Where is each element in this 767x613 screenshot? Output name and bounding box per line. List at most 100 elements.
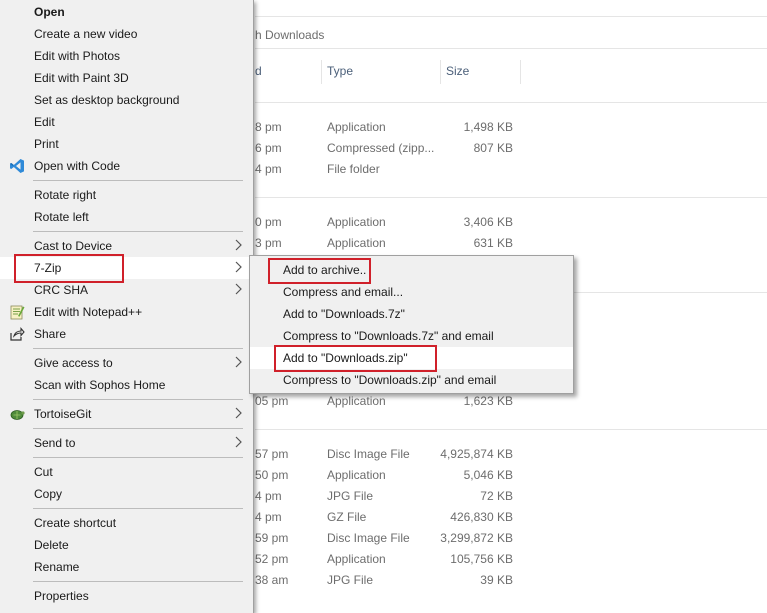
menu-item-label: Open: [34, 5, 65, 19]
row-size: 631 KB: [473, 236, 513, 250]
menu-item-send-to[interactable]: Send to: [0, 432, 253, 454]
menu-item-label: Set as desktop background: [34, 93, 180, 107]
row-type: File folder: [327, 162, 380, 176]
menu-item-label: Create shortcut: [34, 516, 117, 530]
chevron-right-icon: [234, 239, 243, 251]
menu-separator: [33, 581, 243, 582]
notepadpp-icon: [9, 304, 25, 320]
menu-separator: [33, 348, 243, 349]
row-date: 52 pm: [255, 552, 289, 566]
chevron-right-icon: [234, 261, 243, 273]
menu-item-edit[interactable]: Edit: [0, 111, 253, 133]
menu-item-label: Cut: [34, 465, 53, 479]
menu-item-give-access-to[interactable]: Give access to: [0, 352, 253, 374]
chevron-right-icon: [234, 407, 243, 419]
menu-item-crc-sha[interactable]: CRC SHA: [0, 279, 253, 301]
row-size: 1,623 KB: [463, 394, 513, 408]
column-divider[interactable]: [321, 60, 322, 84]
share-icon: [9, 326, 25, 342]
menu-item-share[interactable]: Share: [0, 323, 253, 345]
menu-item-print[interactable]: Print: [0, 133, 253, 155]
row-size: 807 KB: [473, 141, 513, 155]
context-menu: Open Create a new video Edit with Photos…: [0, 0, 254, 613]
column-divider[interactable]: [520, 60, 521, 84]
vscode-icon: [9, 158, 25, 174]
menu-item-label: Scan with Sophos Home: [34, 378, 166, 392]
row-type: Application: [327, 394, 386, 408]
row-type: Compressed (zipp...: [327, 141, 435, 155]
menu-item-delete[interactable]: Delete: [0, 534, 253, 556]
submenu-item-compress-and-email[interactable]: Compress and email...: [250, 281, 573, 303]
menu-item-label: Rotate right: [34, 188, 97, 202]
submenu-item-add-to-downloads-7z[interactable]: Add to "Downloads.7z": [250, 303, 573, 325]
submenu-item-label: Compress and email...: [283, 285, 404, 299]
submenu-item-label: Compress to "Downloads.zip" and email: [283, 373, 497, 387]
submenu-item-compress-to-zip-and-email[interactable]: Compress to "Downloads.zip" and email: [250, 369, 573, 391]
row-date: 0 pm: [255, 215, 282, 229]
menu-item-set-desktop-background[interactable]: Set as desktop background: [0, 89, 253, 111]
submenu-item-label: Compress to "Downloads.7z" and email: [283, 329, 494, 343]
chevron-right-icon: [234, 436, 243, 448]
row-date: 6 pm: [255, 141, 282, 155]
menu-separator: [33, 508, 243, 509]
menu-item-label: Give access to: [34, 356, 113, 370]
menu-item-cut[interactable]: Cut: [0, 461, 253, 483]
row-size: 3,406 KB: [463, 215, 513, 229]
menu-item-label: Rename: [34, 560, 80, 574]
column-header-date[interactable]: d: [255, 64, 262, 78]
column-headers: d Type Size: [255, 60, 767, 84]
menu-item-label: TortoiseGit: [34, 407, 92, 421]
menu-item-label: Print: [34, 137, 59, 151]
row-date: 50 pm: [255, 468, 289, 482]
row-size: 5,046 KB: [463, 468, 513, 482]
row-date: 8 pm: [255, 120, 282, 134]
menu-item-rotate-left[interactable]: Rotate left: [0, 206, 253, 228]
menu-item-create-new-video[interactable]: Create a new video: [0, 23, 253, 45]
column-header-size[interactable]: Size: [446, 64, 469, 78]
search-input[interactable]: h Downloads: [255, 22, 767, 49]
menu-item-label: Properties: [34, 589, 89, 603]
menu-item-edit-with-paint3d[interactable]: Edit with Paint 3D: [0, 67, 253, 89]
chevron-right-icon: [234, 356, 243, 368]
row-size: 105,756 KB: [450, 552, 513, 566]
row-date: 4 pm: [255, 510, 282, 524]
menu-item-tortoisegit[interactable]: TortoiseGit: [0, 403, 253, 425]
menu-item-label: Delete: [34, 538, 69, 552]
menu-item-label: Edit with Photos: [34, 49, 121, 63]
menu-item-edit-with-photos[interactable]: Edit with Photos: [0, 45, 253, 67]
row-date: 57 pm: [255, 447, 289, 461]
menu-item-open-with-code[interactable]: Open with Code: [0, 155, 253, 177]
menu-item-properties[interactable]: Properties: [0, 585, 253, 607]
row-size: 3,299,872 KB: [440, 531, 513, 545]
menu-item-rename[interactable]: Rename: [0, 556, 253, 578]
menu-item-label: Cast to Device: [34, 239, 113, 253]
row-type: Disc Image File: [327, 531, 410, 545]
row-type: GZ File: [327, 510, 367, 524]
row-size: 1,498 KB: [463, 120, 513, 134]
menu-item-scan-with-sophos[interactable]: Scan with Sophos Home: [0, 374, 253, 396]
menu-separator: [33, 457, 243, 458]
tortoisegit-icon: [9, 406, 25, 422]
7zip-submenu: Add to archive.. Compress and email... A…: [249, 255, 574, 394]
menu-item-copy[interactable]: Copy: [0, 483, 253, 505]
menu-item-label: Edit with Notepad++: [34, 305, 143, 319]
row-type: Application: [327, 468, 386, 482]
menu-item-label: Edit: [34, 115, 55, 129]
menu-item-edit-with-notepadpp[interactable]: Edit with Notepad++: [0, 301, 253, 323]
row-date: 4 pm: [255, 162, 282, 176]
group-divider: [255, 102, 767, 103]
menu-item-label: Create a new video: [34, 27, 138, 41]
submenu-item-compress-to-7z-and-email[interactable]: Compress to "Downloads.7z" and email: [250, 325, 573, 347]
row-size: 39 KB: [480, 573, 513, 587]
column-header-type[interactable]: Type: [327, 64, 353, 78]
row-size: 4,925,874 KB: [440, 447, 513, 461]
highlight-box-add-to-zip: [274, 345, 437, 372]
menu-item-rotate-right[interactable]: Rotate right: [0, 184, 253, 206]
menu-item-label: CRC SHA: [34, 283, 89, 297]
menu-item-open[interactable]: Open: [0, 1, 253, 23]
row-type: JPG File: [327, 573, 374, 587]
menu-item-create-shortcut[interactable]: Create shortcut: [0, 512, 253, 534]
column-divider[interactable]: [440, 60, 441, 84]
row-date: 4 pm: [255, 489, 282, 503]
submenu-item-label: Add to "Downloads.7z": [283, 307, 405, 321]
